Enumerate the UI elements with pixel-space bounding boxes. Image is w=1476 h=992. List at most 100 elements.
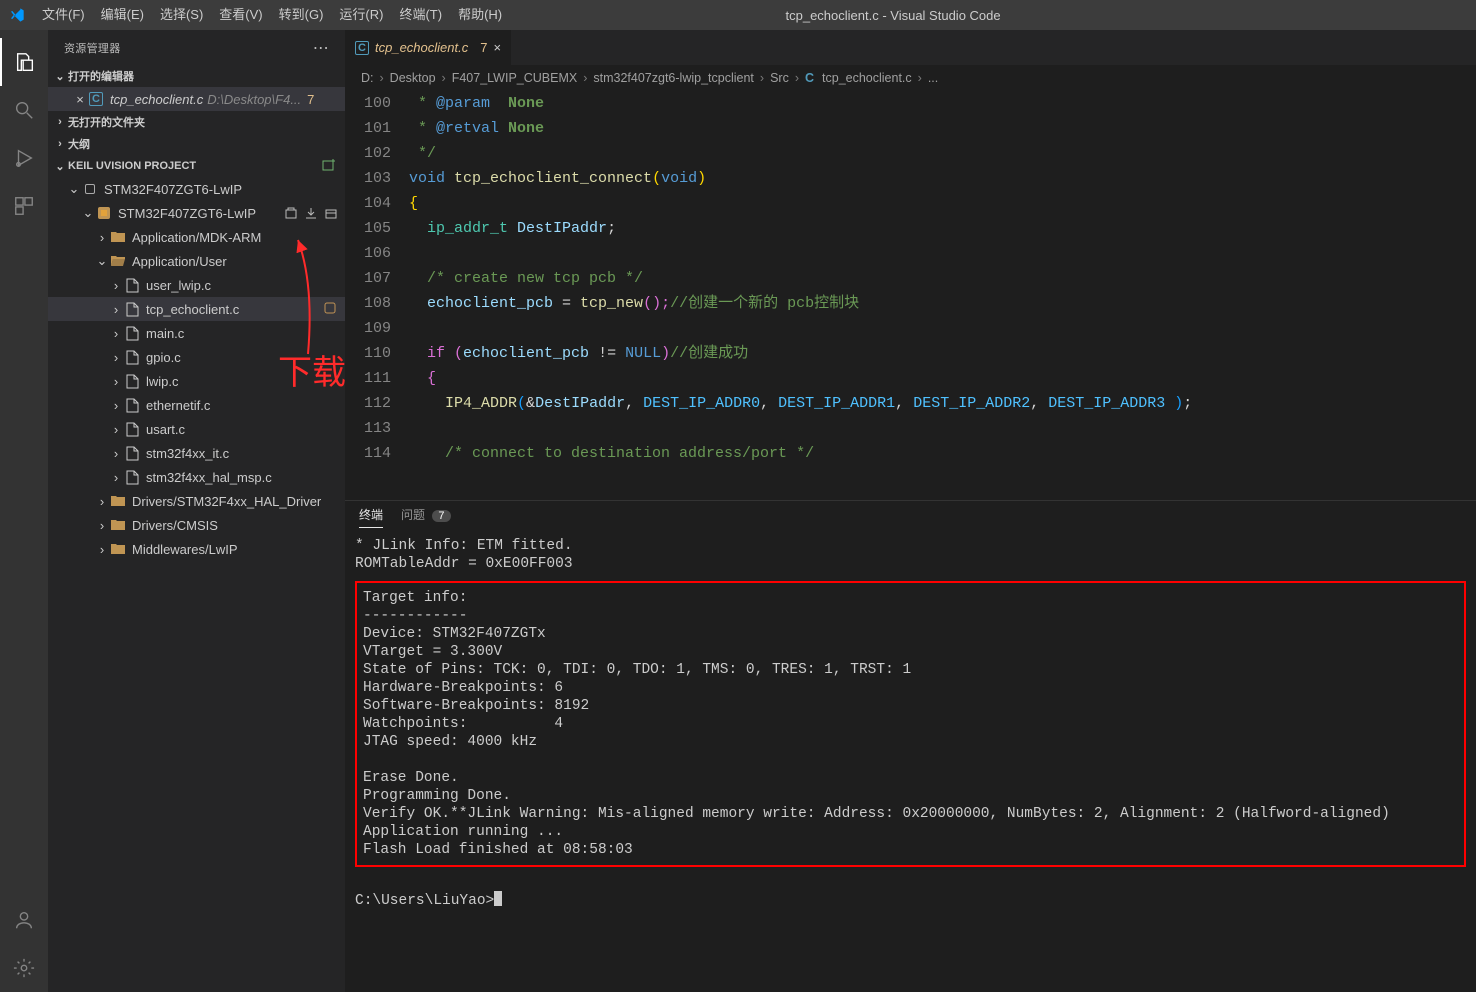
section-keil[interactable]: ⌄ KEIL UVISION PROJECT <box>48 155 345 177</box>
group-hal[interactable]: › Drivers/STM32F4xx_HAL_Driver <box>48 489 345 513</box>
activity-bar <box>0 30 48 992</box>
project-root[interactable]: ⌄ STM32F407ZGT6-LwIP <box>48 177 345 201</box>
menu-view[interactable]: 查看(V) <box>211 0 270 30</box>
menu-edit[interactable]: 编辑(E) <box>93 0 152 30</box>
crumb[interactable]: Src <box>770 71 789 85</box>
c-file-icon <box>124 397 140 413</box>
file-item[interactable]: ›stm32f4xx_it.c <box>48 441 345 465</box>
close-icon[interactable]: × <box>72 92 88 107</box>
search-icon[interactable] <box>0 86 48 134</box>
crumb[interactable]: F407_LWIP_CUBEMX <box>452 71 578 85</box>
panel-tab-problems[interactable]: 问题 7 <box>401 506 450 528</box>
chevron-right-icon: › <box>108 374 124 389</box>
panel-tabs: 终端 问题 7 <box>345 501 1476 533</box>
section-label: 打开的编辑器 <box>68 68 134 84</box>
section-outline[interactable]: › 大纲 <box>48 133 345 155</box>
title-bar: 文件(F) 编辑(E) 选择(S) 查看(V) 转到(G) 运行(R) 终端(T… <box>0 0 1476 30</box>
open-editor-item[interactable]: × C tcp_echoclient.c D:\Desktop\F4... 7 <box>48 87 345 111</box>
c-file-icon: C <box>355 41 369 55</box>
chevron-down-icon: ⌄ <box>52 160 68 173</box>
crumb[interactable]: tcp_echoclient.c <box>822 71 912 85</box>
file-item[interactable]: ›ethernetif.c <box>48 393 345 417</box>
code-content[interactable]: * @param None * @retval None */ void tcp… <box>409 91 1476 500</box>
tree-label: gpio.c <box>146 350 181 365</box>
menu-terminal[interactable]: 终端(T) <box>391 0 450 30</box>
menu-goto[interactable]: 转到(G) <box>271 0 332 30</box>
chevron-right-icon: › <box>94 542 110 557</box>
section-no-folder[interactable]: › 无打开的文件夹 <box>48 111 345 133</box>
editor-group: C tcp_echoclient.c 7 × D:› Desktop› F407… <box>345 30 1476 992</box>
gear-icon[interactable] <box>0 944 48 992</box>
c-file-icon: C <box>805 71 814 85</box>
crumb[interactable]: Desktop <box>390 71 436 85</box>
crumb[interactable]: stm32f407zgt6-lwip_tcpclient <box>593 71 754 85</box>
open-editor-filename: tcp_echoclient.c <box>110 92 203 107</box>
tab-label: tcp_echoclient.c <box>375 40 468 55</box>
rebuild-icon[interactable] <box>323 205 339 221</box>
menu-help[interactable]: 帮助(H) <box>450 0 510 30</box>
tree-label: lwip.c <box>146 374 179 389</box>
tree-label: Drivers/CMSIS <box>132 518 218 533</box>
file-item[interactable]: ›tcp_echoclient.c <box>48 297 345 321</box>
terminal-prompt: C:\Users\LiuYao> <box>355 893 494 909</box>
tree-label: STM32F407ZGT6-LwIP <box>118 206 256 221</box>
chevron-right-icon: › <box>108 326 124 341</box>
new-project-icon[interactable] <box>321 157 337 176</box>
chevron-right-icon: › <box>108 422 124 437</box>
crumb[interactable]: ... <box>928 71 938 85</box>
tab-tcp-echoclient[interactable]: C tcp_echoclient.c 7 × <box>345 30 512 65</box>
vscode-logo-icon <box>0 7 34 23</box>
c-file-icon <box>124 421 140 437</box>
file-item[interactable]: ›user_lwip.c <box>48 273 345 297</box>
terminal[interactable]: * JLink Info: ETM fitted. ROMTableAddr =… <box>345 533 1476 992</box>
c-file-icon <box>124 301 140 317</box>
modified-icon <box>323 301 337 318</box>
chevron-right-icon: › <box>108 398 124 413</box>
account-icon[interactable] <box>0 896 48 944</box>
tree-label: main.c <box>146 326 184 341</box>
download-icon[interactable] <box>303 205 319 221</box>
build-icon[interactable] <box>283 205 299 221</box>
target-icon <box>96 205 112 221</box>
group-cmsis[interactable]: › Drivers/CMSIS <box>48 513 345 537</box>
project-target[interactable]: ⌄ STM32F407ZGT6-LwIP <box>48 201 345 225</box>
file-item[interactable]: › lwip.c <box>48 369 345 393</box>
group-mdk[interactable]: › Application/MDK-ARM <box>48 225 345 249</box>
sidebar-more-icon[interactable]: ⋯ <box>313 38 329 58</box>
code-editor[interactable]: 1001011021031041051061071081091101111121… <box>345 91 1476 500</box>
chevron-right-icon: › <box>108 446 124 461</box>
window-title: tcp_echoclient.c - Visual Studio Code <box>510 8 1276 23</box>
tree-label: STM32F407ZGT6-LwIP <box>104 182 242 197</box>
close-icon[interactable]: × <box>493 40 501 55</box>
explorer-icon[interactable] <box>0 38 48 86</box>
chevron-down-icon: ⌄ <box>94 253 110 269</box>
tree-label: Application/User <box>132 254 227 269</box>
chevron-right-icon: › <box>94 494 110 509</box>
project-icon <box>82 181 98 197</box>
tab-badge: 7 <box>480 40 487 55</box>
menu-file[interactable]: 文件(F) <box>34 0 93 30</box>
file-item[interactable]: › gpio.c <box>48 345 345 369</box>
chevron-right-icon: › <box>94 230 110 245</box>
file-item[interactable]: ›usart.c <box>48 417 345 441</box>
panel-tab-terminal[interactable]: 终端 <box>359 506 383 528</box>
explorer-sidebar: 资源管理器 ⋯ ⌄ 打开的编辑器 × C tcp_echoclient.c D:… <box>48 30 345 992</box>
group-mw[interactable]: › Middlewares/LwIP <box>48 537 345 561</box>
folder-open-icon <box>110 253 126 269</box>
menu-run[interactable]: 运行(R) <box>331 0 391 30</box>
breadcrumb[interactable]: D:› Desktop› F407_LWIP_CUBEMX› stm32f407… <box>345 65 1476 91</box>
menu-select[interactable]: 选择(S) <box>152 0 211 30</box>
terminal-cursor <box>494 891 502 906</box>
chevron-right-icon: › <box>108 350 124 365</box>
tree-label: Application/MDK-ARM <box>132 230 261 245</box>
group-user[interactable]: ⌄ Application/User <box>48 249 345 273</box>
extensions-icon[interactable] <box>0 182 48 230</box>
panel: 终端 问题 7 * JLink Info: ETM fitted. ROMTab… <box>345 500 1476 992</box>
section-open-editors[interactable]: ⌄ 打开的编辑器 <box>48 65 345 87</box>
run-debug-icon[interactable] <box>0 134 48 182</box>
crumb[interactable]: D: <box>361 71 374 85</box>
c-file-icon <box>124 373 140 389</box>
file-item[interactable]: › main.c <box>48 321 345 345</box>
file-item[interactable]: ›stm32f4xx_hal_msp.c <box>48 465 345 489</box>
chevron-right-icon: › <box>52 138 68 150</box>
